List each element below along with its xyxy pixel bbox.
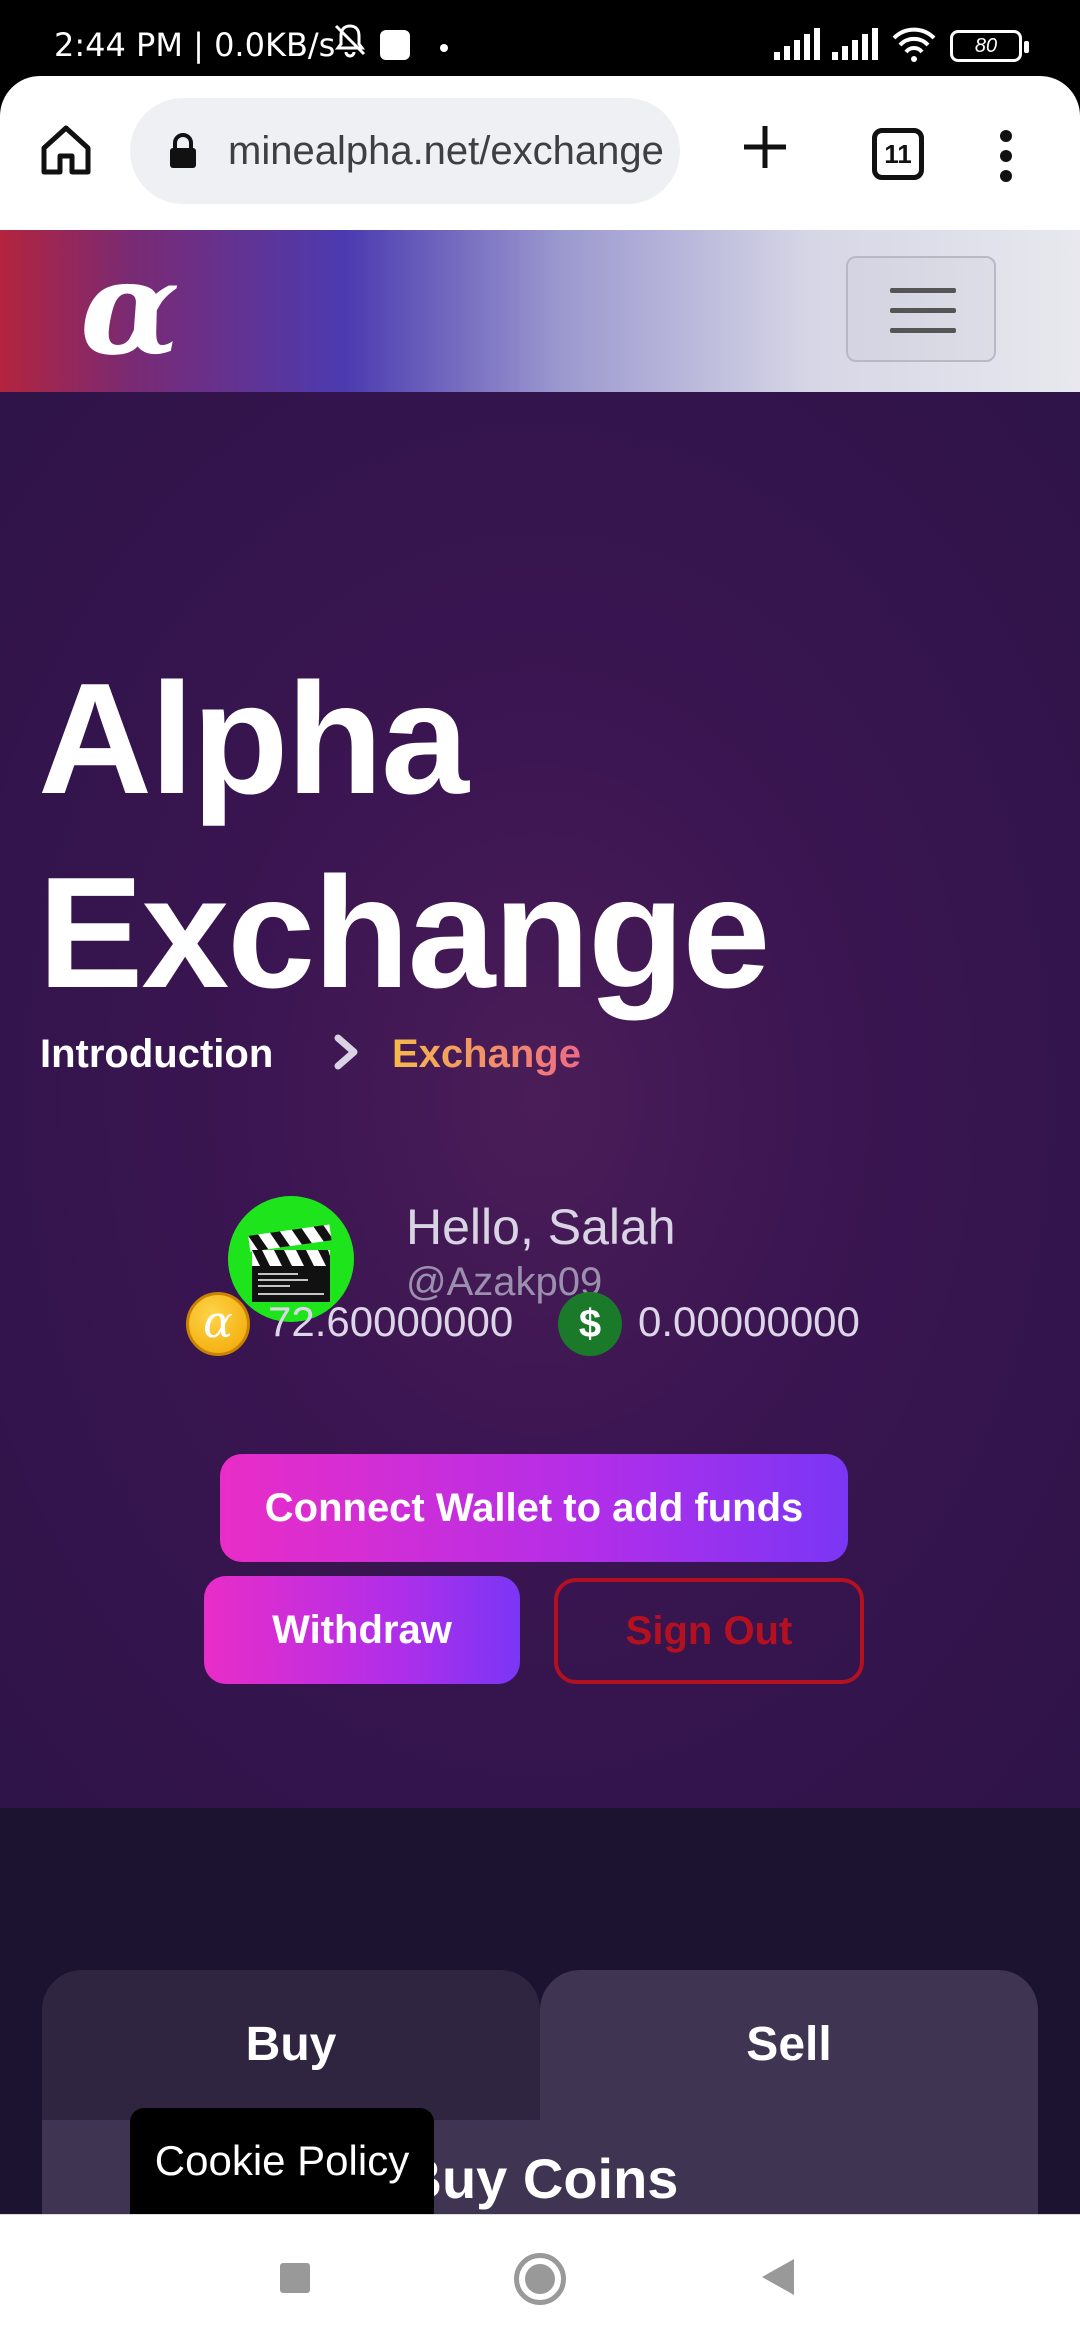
system-nav-bar [0, 2214, 1080, 2340]
alpha-coin-icon: α [186, 1292, 250, 1356]
battery-icon: 80 [950, 30, 1029, 62]
browser-toolbar: minealpha.net/exchange 11 [0, 76, 1080, 230]
address-bar[interactable]: minealpha.net/exchange [130, 98, 680, 204]
connect-wallet-button[interactable]: Connect Wallet to add funds [220, 1454, 848, 1562]
wifi-icon [892, 27, 936, 62]
hamburger-menu-button[interactable] [846, 256, 996, 362]
breadcrumb-introduction-link[interactable]: Introduction [40, 1032, 273, 1077]
signal-icon [832, 28, 878, 60]
user-greeting: Hello, Salah [406, 1199, 676, 1255]
breadcrumb-current: Exchange [392, 1032, 581, 1076]
sign-out-button[interactable]: Sign Out [554, 1578, 864, 1684]
lock-icon [170, 133, 196, 168]
new-tab-icon[interactable] [740, 122, 790, 172]
bell-muted-icon [334, 24, 366, 58]
status-bar: 2:44 PM | 0.0KB/s 80 [0, 0, 1080, 76]
page-title-line1: Alpha [38, 651, 469, 827]
more-menu-icon[interactable] [996, 126, 1016, 186]
tab-buy[interactable]: Buy [42, 1970, 540, 2120]
app-notification-icon [380, 30, 410, 60]
home-icon[interactable] [36, 120, 96, 180]
signal-icon [774, 28, 820, 60]
recent-apps-icon[interactable] [280, 2263, 310, 2293]
dollar-coin-icon: $ [558, 1292, 622, 1356]
status-time: 2:44 PM | 0.0KB/s [54, 26, 336, 64]
site-logo[interactable]: α [80, 243, 180, 373]
chevron-right-icon [334, 1034, 358, 1070]
hero-section: Alpha Exchange Introduction Exchange Hel… [0, 392, 1080, 1808]
cookie-policy-button[interactable]: Cookie Policy [130, 2108, 434, 2218]
page-title-line2: Exchange [38, 845, 770, 1021]
url-text[interactable]: minealpha.net/exchange [228, 126, 668, 176]
tab-switcher-button[interactable]: 11 [872, 128, 924, 180]
alpha-balance: 72.60000000 [268, 1298, 514, 1345]
more-notifications-icon [440, 44, 448, 52]
back-icon[interactable] [762, 2259, 794, 2295]
hamburger-line [890, 308, 956, 313]
page-title: Alpha Exchange [38, 642, 770, 1030]
usd-balance: 0.00000000 [638, 1298, 860, 1345]
hamburger-line [890, 328, 956, 333]
site-header: α [0, 230, 1080, 392]
hamburger-line [890, 288, 956, 293]
withdraw-button[interactable]: Withdraw [204, 1576, 520, 1684]
home-circle-icon[interactable] [514, 2253, 566, 2305]
tab-sell[interactable]: Sell [540, 1970, 1038, 2120]
